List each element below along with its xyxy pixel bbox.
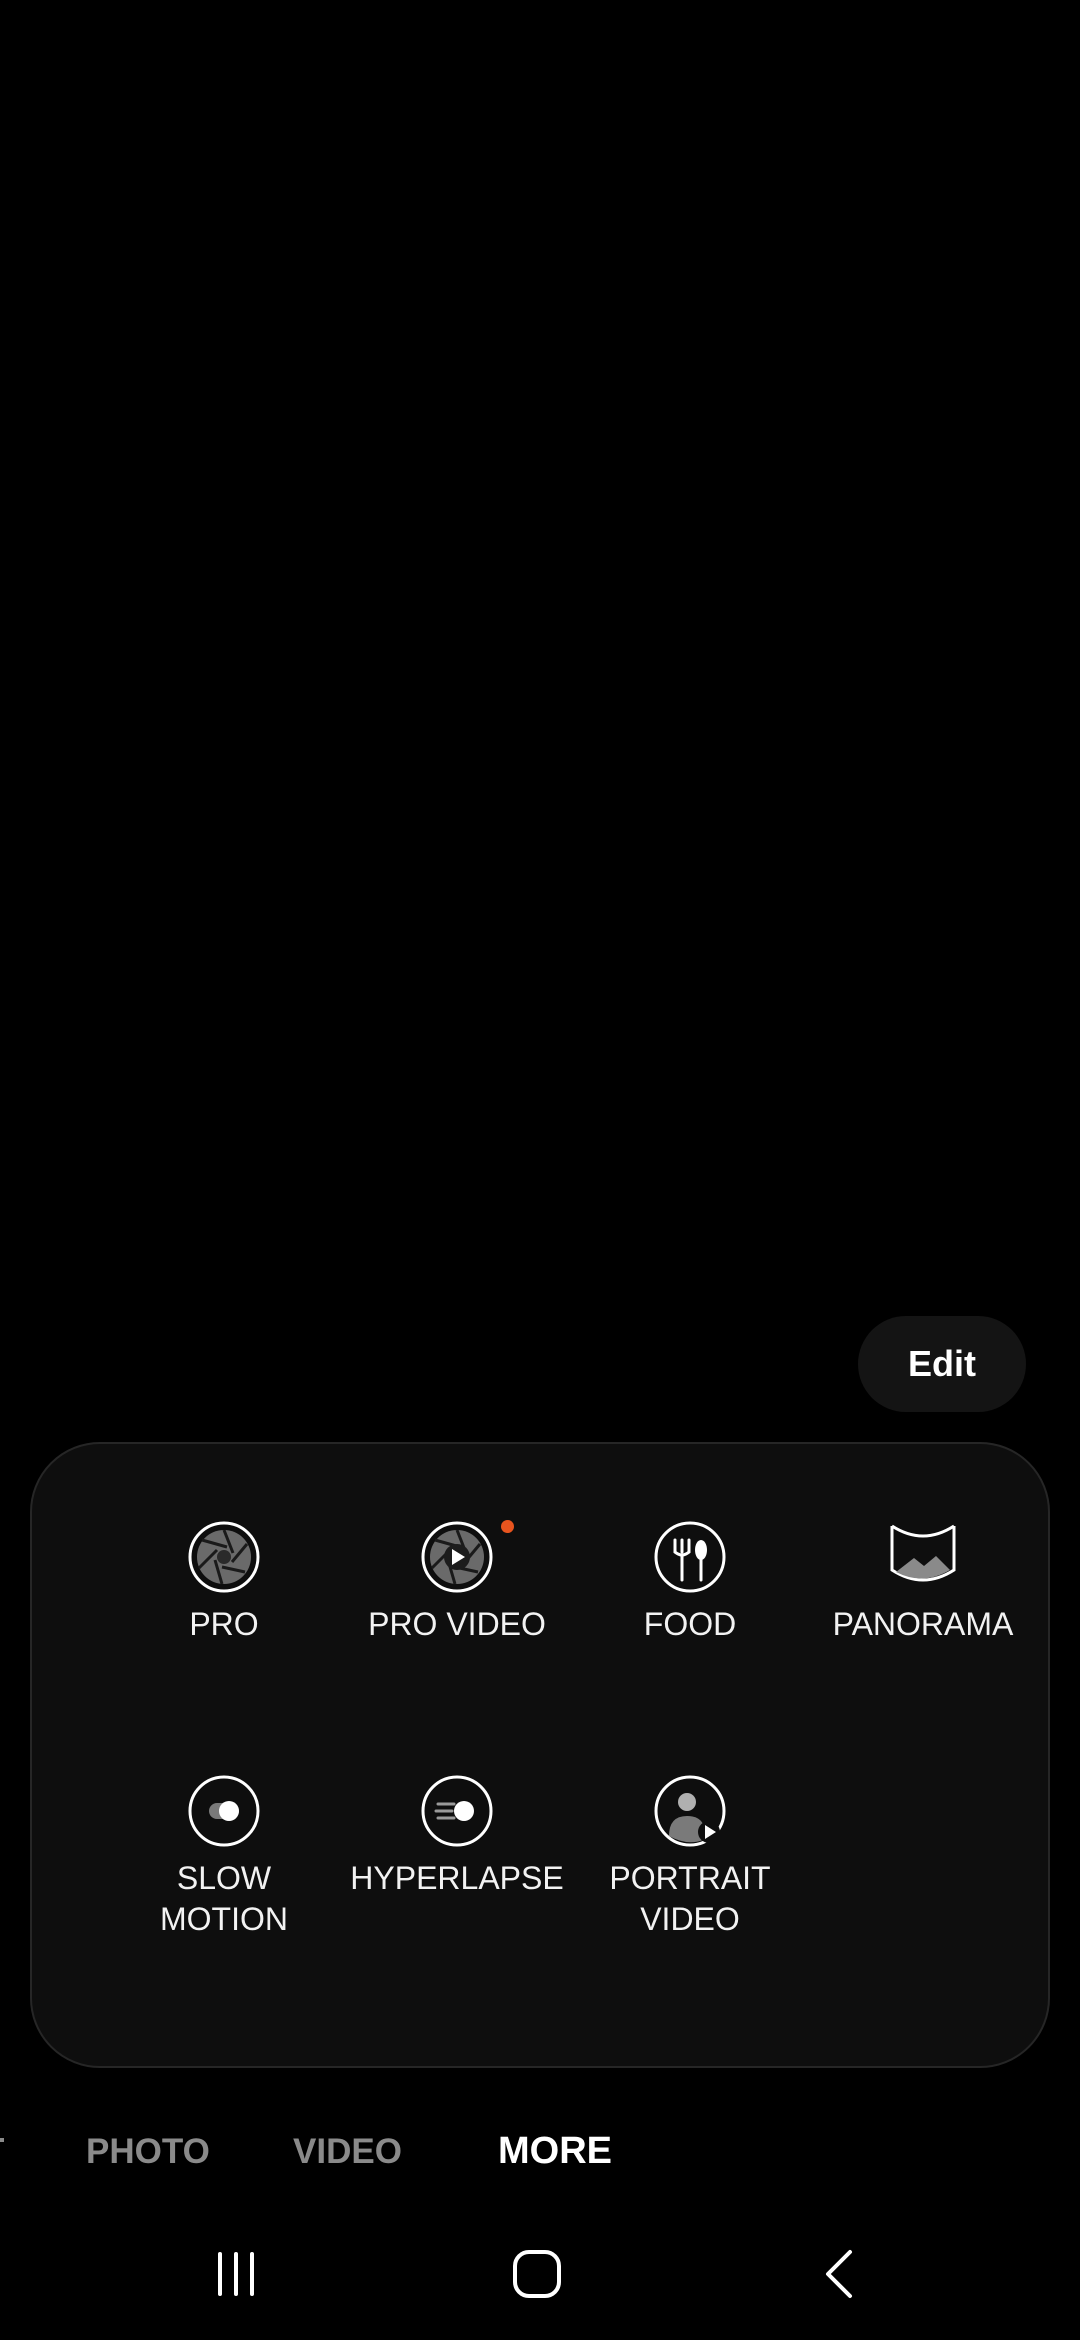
hyperlapse-icon xyxy=(420,1774,494,1848)
mode-label: FOOD xyxy=(643,1606,737,1642)
mode-pro[interactable]: PRO xyxy=(108,1520,340,1645)
back-icon[interactable] xyxy=(808,2242,872,2306)
mode-label: SLOW MOTION xyxy=(160,1860,288,1937)
tab-video[interactable]: VIDEO xyxy=(293,2132,402,2172)
mode-food[interactable]: FOOD xyxy=(574,1520,806,1645)
mode-label: PRO VIDEO xyxy=(368,1606,546,1642)
pro-aperture-icon xyxy=(187,1520,261,1594)
portrait-video-icon xyxy=(653,1774,727,1848)
tab-photo[interactable]: PHOTO xyxy=(86,2132,210,2172)
slow-motion-icon xyxy=(187,1774,261,1848)
mode-label: PORTRAIT VIDEO xyxy=(609,1860,771,1937)
mode-slow-motion[interactable]: SLOW MOTION xyxy=(108,1774,340,1940)
panorama-icon xyxy=(886,1520,960,1594)
camera-viewfinder[interactable] xyxy=(0,0,1080,1440)
pro-video-aperture-icon xyxy=(420,1520,514,1594)
recents-icon[interactable] xyxy=(204,2242,268,2306)
mode-panorama[interactable]: PANORAMA xyxy=(807,1520,1039,1645)
system-navigation-bar xyxy=(0,2222,1080,2322)
food-icon xyxy=(653,1520,727,1594)
mode-pro-video[interactable]: PRO VIDEO xyxy=(341,1520,573,1645)
more-modes-panel: PRO PRO VIDEO FOOD PANORAMA SLOW MOTION … xyxy=(30,1442,1050,2068)
camera-mode-tabs: PHOTO VIDEO MORE xyxy=(0,2120,1080,2190)
mode-hyperlapse[interactable]: HYPERLAPSE xyxy=(341,1774,573,1899)
mode-label: PANORAMA xyxy=(832,1606,1014,1642)
mode-label: PRO xyxy=(189,1606,259,1642)
mode-label: HYPERLAPSE xyxy=(350,1860,564,1896)
tab-more[interactable]: MORE xyxy=(498,2130,612,2173)
home-icon[interactable] xyxy=(505,2242,569,2306)
previous-tab-edge xyxy=(0,2138,4,2142)
new-badge-dot xyxy=(501,1520,514,1533)
mode-portrait-video[interactable]: PORTRAIT VIDEO xyxy=(574,1774,806,1940)
edit-button[interactable]: Edit xyxy=(858,1316,1026,1412)
